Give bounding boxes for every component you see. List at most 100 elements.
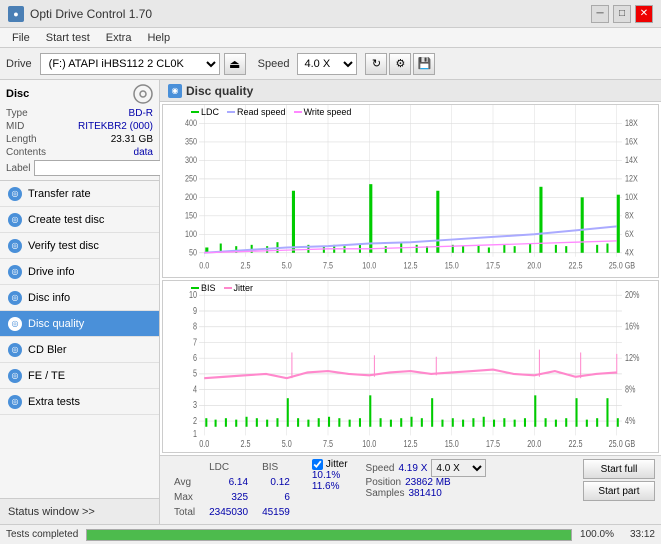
svg-text:20.0: 20.0: [527, 261, 541, 271]
disc-quality-header-icon: ◉: [168, 84, 182, 98]
nav-disc-quality[interactable]: ◎ Disc quality: [0, 311, 159, 337]
create-test-disc-label: Create test disc: [28, 214, 104, 226]
total-bis: 45159: [256, 506, 296, 519]
svg-text:15.0: 15.0: [445, 261, 459, 271]
fe-te-label: FE / TE: [28, 370, 65, 382]
menu-help[interactable]: Help: [139, 28, 178, 47]
label-input[interactable]: [34, 160, 172, 176]
speed-stat-select[interactable]: 4.0 X: [431, 459, 486, 477]
nav-transfer-rate[interactable]: ◎ Transfer rate: [0, 181, 159, 207]
read-speed-label: Read speed: [237, 107, 286, 117]
menu-start-test[interactable]: Start test: [38, 28, 98, 47]
speed-label: Speed: [258, 58, 290, 70]
max-ldc: 325: [203, 491, 254, 504]
disc-quality-icon: ◎: [8, 317, 22, 331]
svg-text:12.5: 12.5: [403, 261, 417, 271]
cd-bler-icon: ◎: [8, 343, 22, 357]
svg-text:50: 50: [189, 248, 197, 258]
eject-button[interactable]: ⏏: [224, 53, 246, 75]
nav-fe-te[interactable]: ◎ FE / TE: [0, 363, 159, 389]
svg-text:8X: 8X: [625, 211, 634, 221]
disc-header-title: Disc: [6, 88, 29, 100]
nav-create-test-disc[interactable]: ◎ Create test disc: [0, 207, 159, 233]
svg-text:20.0: 20.0: [527, 437, 541, 448]
menubar: File Start test Extra Help: [0, 28, 661, 48]
svg-text:12%: 12%: [625, 351, 640, 362]
settings-icon-btn[interactable]: ⚙: [389, 53, 411, 75]
jitter-label-legend: Jitter: [234, 283, 254, 293]
svg-text:200: 200: [185, 192, 197, 202]
svg-text:8%: 8%: [625, 383, 636, 394]
charts-area: LDC Read speed Write speed: [160, 102, 661, 455]
nav-cd-bler[interactable]: ◎ CD Bler: [0, 337, 159, 363]
save-icon-btn: 💾: [413, 53, 435, 75]
svg-text:2: 2: [193, 414, 197, 425]
svg-text:7.5: 7.5: [323, 437, 333, 448]
main-content: Disc Type BD-R MID RITEKBR2 (000) Length…: [0, 80, 661, 524]
nav-drive-info[interactable]: ◎ Drive info: [0, 259, 159, 285]
svg-text:12.5: 12.5: [403, 437, 417, 448]
verify-test-disc-icon: ◎: [8, 239, 22, 253]
left-panel: Disc Type BD-R MID RITEKBR2 (000) Length…: [0, 80, 160, 524]
stats-table: LDC BIS Avg 6.14 0.12 Max 325 6: [166, 459, 298, 521]
speed-select[interactable]: 4.0 X 8.0 X Max: [297, 53, 357, 75]
nav-extra-tests[interactable]: ◎ Extra tests: [0, 389, 159, 415]
ldc-chart-svg: 400 350 300 250 200 150 100 50 18X 16X 1…: [163, 105, 658, 277]
svg-text:6: 6: [193, 351, 197, 362]
svg-text:10.0: 10.0: [362, 261, 376, 271]
menu-file[interactable]: File: [4, 28, 38, 47]
start-part-button[interactable]: Start part: [583, 481, 655, 501]
nav-disc-info[interactable]: ◎ Disc info: [0, 285, 159, 311]
jitter-col: Jitter 10.1% 11.6%: [312, 459, 348, 492]
app-icon: ●: [8, 6, 24, 22]
refresh-icon-btn[interactable]: ↻: [365, 53, 387, 75]
svg-text:100: 100: [185, 229, 197, 239]
bis-label: BIS: [201, 283, 216, 293]
drive-select[interactable]: (F:) ATAPI iHBS112 2 CL0K: [40, 53, 220, 75]
svg-text:3: 3: [193, 399, 197, 410]
maximize-button[interactable]: □: [613, 5, 631, 23]
mid-label: MID: [6, 121, 24, 132]
stats-bar: LDC BIS Avg 6.14 0.12 Max 325 6: [160, 455, 661, 524]
svg-text:0.0: 0.0: [199, 261, 209, 271]
contents-label: Contents: [6, 147, 46, 158]
minimize-button[interactable]: ─: [591, 5, 609, 23]
nav-verify-test-disc[interactable]: ◎ Verify test disc: [0, 233, 159, 259]
jitter-legend-item: Jitter: [224, 283, 254, 293]
progress-bar-fill: [87, 530, 571, 540]
jitter-col-label: Jitter: [326, 459, 348, 470]
jitter-checkbox[interactable]: [312, 459, 323, 470]
svg-text:350: 350: [185, 137, 197, 147]
bis-col-header: BIS: [256, 461, 296, 474]
svg-text:1: 1: [193, 427, 197, 438]
speed-position-col: Speed 4.19 X 4.0 X Position 23862 MB Sam…: [366, 459, 487, 499]
svg-text:10.0: 10.0: [362, 437, 376, 448]
svg-text:25.0 GB: 25.0 GB: [609, 437, 636, 448]
svg-text:2.5: 2.5: [240, 437, 250, 448]
svg-text:5.0: 5.0: [282, 437, 292, 448]
label-label: Label: [6, 163, 30, 174]
svg-text:5.0: 5.0: [282, 261, 292, 271]
start-full-button[interactable]: Start full: [583, 459, 655, 479]
svg-text:250: 250: [185, 174, 197, 184]
svg-text:400: 400: [185, 118, 197, 128]
disc-quality-label: Disc quality: [28, 318, 84, 330]
ldc-color-dot: [191, 111, 199, 113]
bis-color-dot: [191, 287, 199, 289]
write-speed-label: Write speed: [304, 107, 352, 117]
bis-chart-svg: 10 9 8 7 6 5 4 3 2 1 20% 16% 12% 8% 4%: [163, 281, 658, 453]
svg-text:10X: 10X: [625, 192, 638, 202]
svg-text:17.5: 17.5: [486, 261, 500, 271]
status-window-button[interactable]: Status window >>: [0, 498, 159, 524]
disc-info-icon: ◎: [8, 291, 22, 305]
type-value: BD-R: [129, 108, 153, 119]
svg-text:150: 150: [185, 211, 197, 221]
max-jitter: 11.6%: [312, 481, 348, 492]
disc-quality-header: ◉ Disc quality: [160, 80, 661, 102]
ldc-col-header: LDC: [203, 461, 254, 474]
menu-extra[interactable]: Extra: [98, 28, 140, 47]
close-button[interactable]: ✕: [635, 5, 653, 23]
speed-stat-label: Speed: [366, 463, 395, 474]
svg-text:2.5: 2.5: [240, 261, 250, 271]
total-ldc: 2345030: [203, 506, 254, 519]
